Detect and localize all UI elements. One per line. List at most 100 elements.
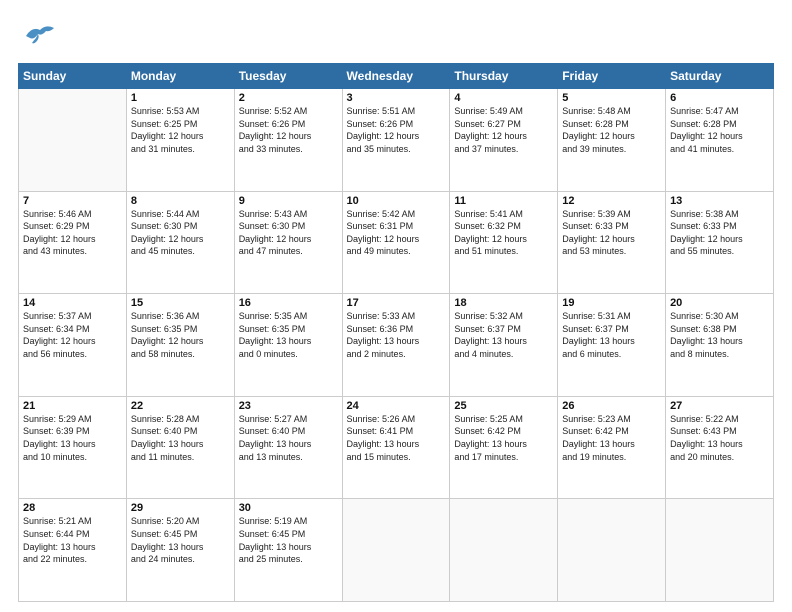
day-number: 3 bbox=[347, 92, 446, 104]
calendar-cell: 25Sunrise: 5:25 AM Sunset: 6:42 PM Dayli… bbox=[450, 396, 558, 499]
week-row-4: 21Sunrise: 5:29 AM Sunset: 6:39 PM Dayli… bbox=[19, 396, 774, 499]
calendar-cell: 10Sunrise: 5:42 AM Sunset: 6:31 PM Dayli… bbox=[342, 191, 450, 294]
calendar-cell: 7Sunrise: 5:46 AM Sunset: 6:29 PM Daylig… bbox=[19, 191, 127, 294]
column-header-saturday: Saturday bbox=[666, 64, 774, 89]
calendar-cell: 22Sunrise: 5:28 AM Sunset: 6:40 PM Dayli… bbox=[126, 396, 234, 499]
day-number: 27 bbox=[670, 400, 769, 412]
calendar-cell: 19Sunrise: 5:31 AM Sunset: 6:37 PM Dayli… bbox=[558, 294, 666, 397]
calendar-table: SundayMondayTuesdayWednesdayThursdayFrid… bbox=[18, 63, 774, 602]
column-header-wednesday: Wednesday bbox=[342, 64, 450, 89]
calendar-cell: 17Sunrise: 5:33 AM Sunset: 6:36 PM Dayli… bbox=[342, 294, 450, 397]
week-row-5: 28Sunrise: 5:21 AM Sunset: 6:44 PM Dayli… bbox=[19, 499, 774, 602]
cell-content: Sunrise: 5:44 AM Sunset: 6:30 PM Dayligh… bbox=[131, 208, 230, 258]
calendar-cell: 21Sunrise: 5:29 AM Sunset: 6:39 PM Dayli… bbox=[19, 396, 127, 499]
header-row: SundayMondayTuesdayWednesdayThursdayFrid… bbox=[19, 64, 774, 89]
calendar-cell: 1Sunrise: 5:53 AM Sunset: 6:25 PM Daylig… bbox=[126, 89, 234, 192]
day-number: 13 bbox=[670, 195, 769, 207]
calendar-body: 1Sunrise: 5:53 AM Sunset: 6:25 PM Daylig… bbox=[19, 89, 774, 602]
day-number: 4 bbox=[454, 92, 553, 104]
cell-content: Sunrise: 5:21 AM Sunset: 6:44 PM Dayligh… bbox=[23, 515, 122, 565]
cell-content: Sunrise: 5:38 AM Sunset: 6:33 PM Dayligh… bbox=[670, 208, 769, 258]
day-number: 24 bbox=[347, 400, 446, 412]
calendar-cell bbox=[19, 89, 127, 192]
day-number: 15 bbox=[131, 297, 230, 309]
day-number: 9 bbox=[239, 195, 338, 207]
calendar-cell: 18Sunrise: 5:32 AM Sunset: 6:37 PM Dayli… bbox=[450, 294, 558, 397]
calendar-cell: 13Sunrise: 5:38 AM Sunset: 6:33 PM Dayli… bbox=[666, 191, 774, 294]
calendar-cell: 20Sunrise: 5:30 AM Sunset: 6:38 PM Dayli… bbox=[666, 294, 774, 397]
cell-content: Sunrise: 5:53 AM Sunset: 6:25 PM Dayligh… bbox=[131, 105, 230, 155]
calendar-cell bbox=[666, 499, 774, 602]
day-number: 11 bbox=[454, 195, 553, 207]
week-row-3: 14Sunrise: 5:37 AM Sunset: 6:34 PM Dayli… bbox=[19, 294, 774, 397]
day-number: 16 bbox=[239, 297, 338, 309]
cell-content: Sunrise: 5:37 AM Sunset: 6:34 PM Dayligh… bbox=[23, 310, 122, 360]
day-number: 23 bbox=[239, 400, 338, 412]
calendar-cell: 28Sunrise: 5:21 AM Sunset: 6:44 PM Dayli… bbox=[19, 499, 127, 602]
day-number: 30 bbox=[239, 502, 338, 514]
week-row-2: 7Sunrise: 5:46 AM Sunset: 6:29 PM Daylig… bbox=[19, 191, 774, 294]
cell-content: Sunrise: 5:22 AM Sunset: 6:43 PM Dayligh… bbox=[670, 413, 769, 463]
cell-content: Sunrise: 5:43 AM Sunset: 6:30 PM Dayligh… bbox=[239, 208, 338, 258]
day-number: 21 bbox=[23, 400, 122, 412]
cell-content: Sunrise: 5:47 AM Sunset: 6:28 PM Dayligh… bbox=[670, 105, 769, 155]
column-header-sunday: Sunday bbox=[19, 64, 127, 89]
cell-content: Sunrise: 5:31 AM Sunset: 6:37 PM Dayligh… bbox=[562, 310, 661, 360]
cell-content: Sunrise: 5:39 AM Sunset: 6:33 PM Dayligh… bbox=[562, 208, 661, 258]
logo-bird-icon bbox=[18, 18, 58, 53]
calendar-cell: 24Sunrise: 5:26 AM Sunset: 6:41 PM Dayli… bbox=[342, 396, 450, 499]
cell-content: Sunrise: 5:52 AM Sunset: 6:26 PM Dayligh… bbox=[239, 105, 338, 155]
cell-content: Sunrise: 5:27 AM Sunset: 6:40 PM Dayligh… bbox=[239, 413, 338, 463]
day-number: 2 bbox=[239, 92, 338, 104]
day-number: 8 bbox=[131, 195, 230, 207]
day-number: 10 bbox=[347, 195, 446, 207]
calendar-cell: 30Sunrise: 5:19 AM Sunset: 6:45 PM Dayli… bbox=[234, 499, 342, 602]
calendar-cell bbox=[558, 499, 666, 602]
cell-content: Sunrise: 5:29 AM Sunset: 6:39 PM Dayligh… bbox=[23, 413, 122, 463]
day-number: 5 bbox=[562, 92, 661, 104]
calendar-cell: 9Sunrise: 5:43 AM Sunset: 6:30 PM Daylig… bbox=[234, 191, 342, 294]
cell-content: Sunrise: 5:36 AM Sunset: 6:35 PM Dayligh… bbox=[131, 310, 230, 360]
day-number: 17 bbox=[347, 297, 446, 309]
cell-content: Sunrise: 5:35 AM Sunset: 6:35 PM Dayligh… bbox=[239, 310, 338, 360]
cell-content: Sunrise: 5:32 AM Sunset: 6:37 PM Dayligh… bbox=[454, 310, 553, 360]
cell-content: Sunrise: 5:42 AM Sunset: 6:31 PM Dayligh… bbox=[347, 208, 446, 258]
cell-content: Sunrise: 5:49 AM Sunset: 6:27 PM Dayligh… bbox=[454, 105, 553, 155]
calendar-cell: 4Sunrise: 5:49 AM Sunset: 6:27 PM Daylig… bbox=[450, 89, 558, 192]
calendar-cell bbox=[450, 499, 558, 602]
day-number: 1 bbox=[131, 92, 230, 104]
calendar-cell: 6Sunrise: 5:47 AM Sunset: 6:28 PM Daylig… bbox=[666, 89, 774, 192]
calendar-cell: 16Sunrise: 5:35 AM Sunset: 6:35 PM Dayli… bbox=[234, 294, 342, 397]
cell-content: Sunrise: 5:28 AM Sunset: 6:40 PM Dayligh… bbox=[131, 413, 230, 463]
day-number: 29 bbox=[131, 502, 230, 514]
cell-content: Sunrise: 5:46 AM Sunset: 6:29 PM Dayligh… bbox=[23, 208, 122, 258]
calendar-cell: 11Sunrise: 5:41 AM Sunset: 6:32 PM Dayli… bbox=[450, 191, 558, 294]
day-number: 6 bbox=[670, 92, 769, 104]
day-number: 25 bbox=[454, 400, 553, 412]
calendar-cell bbox=[342, 499, 450, 602]
cell-content: Sunrise: 5:51 AM Sunset: 6:26 PM Dayligh… bbox=[347, 105, 446, 155]
calendar-cell: 8Sunrise: 5:44 AM Sunset: 6:30 PM Daylig… bbox=[126, 191, 234, 294]
cell-content: Sunrise: 5:41 AM Sunset: 6:32 PM Dayligh… bbox=[454, 208, 553, 258]
cell-content: Sunrise: 5:48 AM Sunset: 6:28 PM Dayligh… bbox=[562, 105, 661, 155]
cell-content: Sunrise: 5:19 AM Sunset: 6:45 PM Dayligh… bbox=[239, 515, 338, 565]
calendar-cell: 5Sunrise: 5:48 AM Sunset: 6:28 PM Daylig… bbox=[558, 89, 666, 192]
column-header-monday: Monday bbox=[126, 64, 234, 89]
cell-content: Sunrise: 5:33 AM Sunset: 6:36 PM Dayligh… bbox=[347, 310, 446, 360]
calendar-cell: 12Sunrise: 5:39 AM Sunset: 6:33 PM Dayli… bbox=[558, 191, 666, 294]
day-number: 22 bbox=[131, 400, 230, 412]
calendar-cell: 3Sunrise: 5:51 AM Sunset: 6:26 PM Daylig… bbox=[342, 89, 450, 192]
cell-content: Sunrise: 5:25 AM Sunset: 6:42 PM Dayligh… bbox=[454, 413, 553, 463]
calendar-cell: 15Sunrise: 5:36 AM Sunset: 6:35 PM Dayli… bbox=[126, 294, 234, 397]
logo bbox=[18, 18, 62, 53]
cell-content: Sunrise: 5:30 AM Sunset: 6:38 PM Dayligh… bbox=[670, 310, 769, 360]
day-number: 26 bbox=[562, 400, 661, 412]
column-header-tuesday: Tuesday bbox=[234, 64, 342, 89]
cell-content: Sunrise: 5:26 AM Sunset: 6:41 PM Dayligh… bbox=[347, 413, 446, 463]
cell-content: Sunrise: 5:23 AM Sunset: 6:42 PM Dayligh… bbox=[562, 413, 661, 463]
calendar-cell: 14Sunrise: 5:37 AM Sunset: 6:34 PM Dayli… bbox=[19, 294, 127, 397]
day-number: 19 bbox=[562, 297, 661, 309]
header bbox=[18, 18, 774, 53]
calendar-cell: 29Sunrise: 5:20 AM Sunset: 6:45 PM Dayli… bbox=[126, 499, 234, 602]
calendar-header: SundayMondayTuesdayWednesdayThursdayFrid… bbox=[19, 64, 774, 89]
